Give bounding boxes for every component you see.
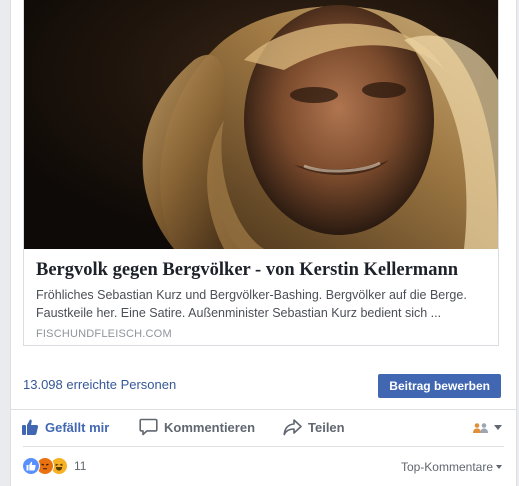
preview-text: Bergvolk gegen Bergvölker - von Kerstin … <box>36 258 488 340</box>
chevron-down-icon <box>494 425 502 430</box>
thumbs-up-icon <box>22 419 39 435</box>
post-card: Bergvolk gegen Bergvölker - von Kerstin … <box>10 0 517 486</box>
preview-headline[interactable]: Bergvolk gegen Bergvölker - von Kerstin … <box>36 258 488 282</box>
sort-label: Top-Kommentare <box>400 460 493 474</box>
share-label: Teilen <box>308 419 345 435</box>
audience-selector[interactable] <box>472 422 502 434</box>
like-reaction-icon <box>22 457 40 475</box>
preview-image[interactable] <box>24 0 498 249</box>
comment-label: Kommentieren <box>164 419 256 435</box>
action-bar: Gefällt mir Kommentieren Teilen <box>11 410 516 446</box>
divider <box>23 446 504 447</box>
link-preview[interactable]: Bergvolk gegen Bergvölker - von Kerstin … <box>23 0 499 346</box>
caret-down-icon <box>496 465 502 469</box>
reactions-row: 11 Top-Kommentare <box>11 452 516 482</box>
share-arrow-icon <box>283 419 302 436</box>
reaction-summary[interactable]: 11 <box>22 457 86 475</box>
preview-domain: FISCHUNDFLEISCH.COM <box>36 328 172 340</box>
reaction-count: 11 <box>74 459 87 473</box>
people-reached-link[interactable]: 13.098 erreichte Personen <box>23 377 176 392</box>
reach-row: 13.098 erreichte Personen Beitrag bewerb… <box>11 360 516 408</box>
portrait-photo <box>24 0 498 249</box>
comment-button[interactable]: Kommentieren <box>139 418 255 436</box>
boost-post-button[interactable]: Beitrag bewerben <box>378 374 501 398</box>
like-button[interactable]: Gefällt mir <box>21 418 109 436</box>
like-label: Gefällt mir <box>45 419 110 435</box>
preview-description: Fröhliches Sebastian Kurz und Bergvölker… <box>36 288 467 320</box>
comment-icon <box>139 418 158 436</box>
friends-icon <box>473 423 488 433</box>
comment-sort-dropdown[interactable]: Top-Kommentare <box>401 460 502 474</box>
share-button[interactable]: Teilen <box>283 418 345 436</box>
